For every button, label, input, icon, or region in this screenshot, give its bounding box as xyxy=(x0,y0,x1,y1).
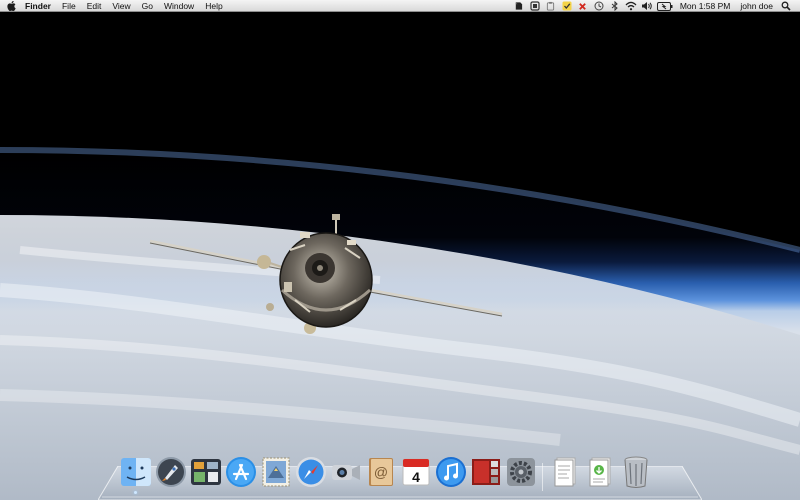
dock-address-book[interactable]: @ xyxy=(363,453,398,491)
clipboard-icon[interactable] xyxy=(544,0,558,12)
menu-help[interactable]: Help xyxy=(200,0,228,12)
clock[interactable]: Mon 1:58 PM xyxy=(675,0,736,12)
dock-app-store[interactable] xyxy=(223,453,258,491)
dock-system-preferences[interactable] xyxy=(503,453,538,491)
dock-mission-control[interactable] xyxy=(188,453,223,491)
volume-icon[interactable] xyxy=(640,0,654,12)
dock: @ 4 xyxy=(118,451,653,494)
time-machine-icon[interactable] xyxy=(592,0,606,12)
battery-icon[interactable] xyxy=(656,0,674,12)
menu-go[interactable]: Go xyxy=(136,0,158,12)
wifi-icon[interactable] xyxy=(624,0,638,12)
dock-downloads-stack[interactable] xyxy=(583,453,618,491)
trash-can-icon xyxy=(624,456,647,488)
downloads-stack-icon xyxy=(589,457,610,487)
dock-itunes[interactable] xyxy=(433,453,468,491)
app-store-icon xyxy=(225,457,256,487)
documents-stack-icon xyxy=(554,457,575,487)
desktop-wallpaper xyxy=(0,0,800,500)
dock-launchpad[interactable] xyxy=(153,453,188,491)
launchpad-rocket-icon xyxy=(155,457,186,487)
mission-control-icon xyxy=(190,459,221,485)
menu-edit[interactable]: Edit xyxy=(81,0,107,12)
safari-compass-icon xyxy=(295,457,326,487)
close-x-icon[interactable] xyxy=(576,0,590,12)
spotlight-search-icon[interactable] xyxy=(779,0,793,12)
calendar-icon: 4 xyxy=(402,458,429,486)
dock-separator xyxy=(538,453,548,491)
calendar-day: 4 xyxy=(412,469,420,485)
running-indicator xyxy=(134,491,137,494)
earth-orbit-spacecraft-image xyxy=(0,0,800,500)
evernote-icon[interactable] xyxy=(512,0,526,12)
menu-bar: Finder File Edit View Go Window Help Mon… xyxy=(0,0,800,12)
facetime-camera-icon xyxy=(331,465,360,480)
dock-ical[interactable]: 4 xyxy=(398,453,433,491)
menu-view[interactable]: View xyxy=(107,0,136,12)
dock-documents-stack[interactable] xyxy=(548,453,583,491)
dock-photo-booth[interactable] xyxy=(468,453,503,491)
user-name[interactable]: john doe xyxy=(735,0,778,12)
bluetooth-icon[interactable] xyxy=(608,0,622,12)
photo-booth-icon xyxy=(471,459,500,485)
dock-facetime[interactable] xyxy=(328,453,363,491)
dropbox-icon[interactable] xyxy=(528,0,542,12)
svg-text:@: @ xyxy=(373,464,387,480)
itunes-note-icon xyxy=(435,457,466,487)
menu-window[interactable]: Window xyxy=(158,0,199,12)
checkmark-icon[interactable] xyxy=(560,0,574,12)
dock-mail[interactable] xyxy=(258,453,293,491)
mail-stamp-icon xyxy=(262,457,289,487)
dock-finder[interactable] xyxy=(118,453,153,494)
dock-trash[interactable] xyxy=(618,453,653,491)
system-preferences-gear-icon xyxy=(506,458,535,486)
address-book-icon: @ xyxy=(368,458,393,486)
menu-app-finder[interactable]: Finder xyxy=(22,0,56,12)
menu-file[interactable]: File xyxy=(56,0,81,12)
apple-icon[interactable] xyxy=(0,0,22,12)
finder-icon xyxy=(120,458,151,486)
dock-safari[interactable] xyxy=(293,453,328,491)
